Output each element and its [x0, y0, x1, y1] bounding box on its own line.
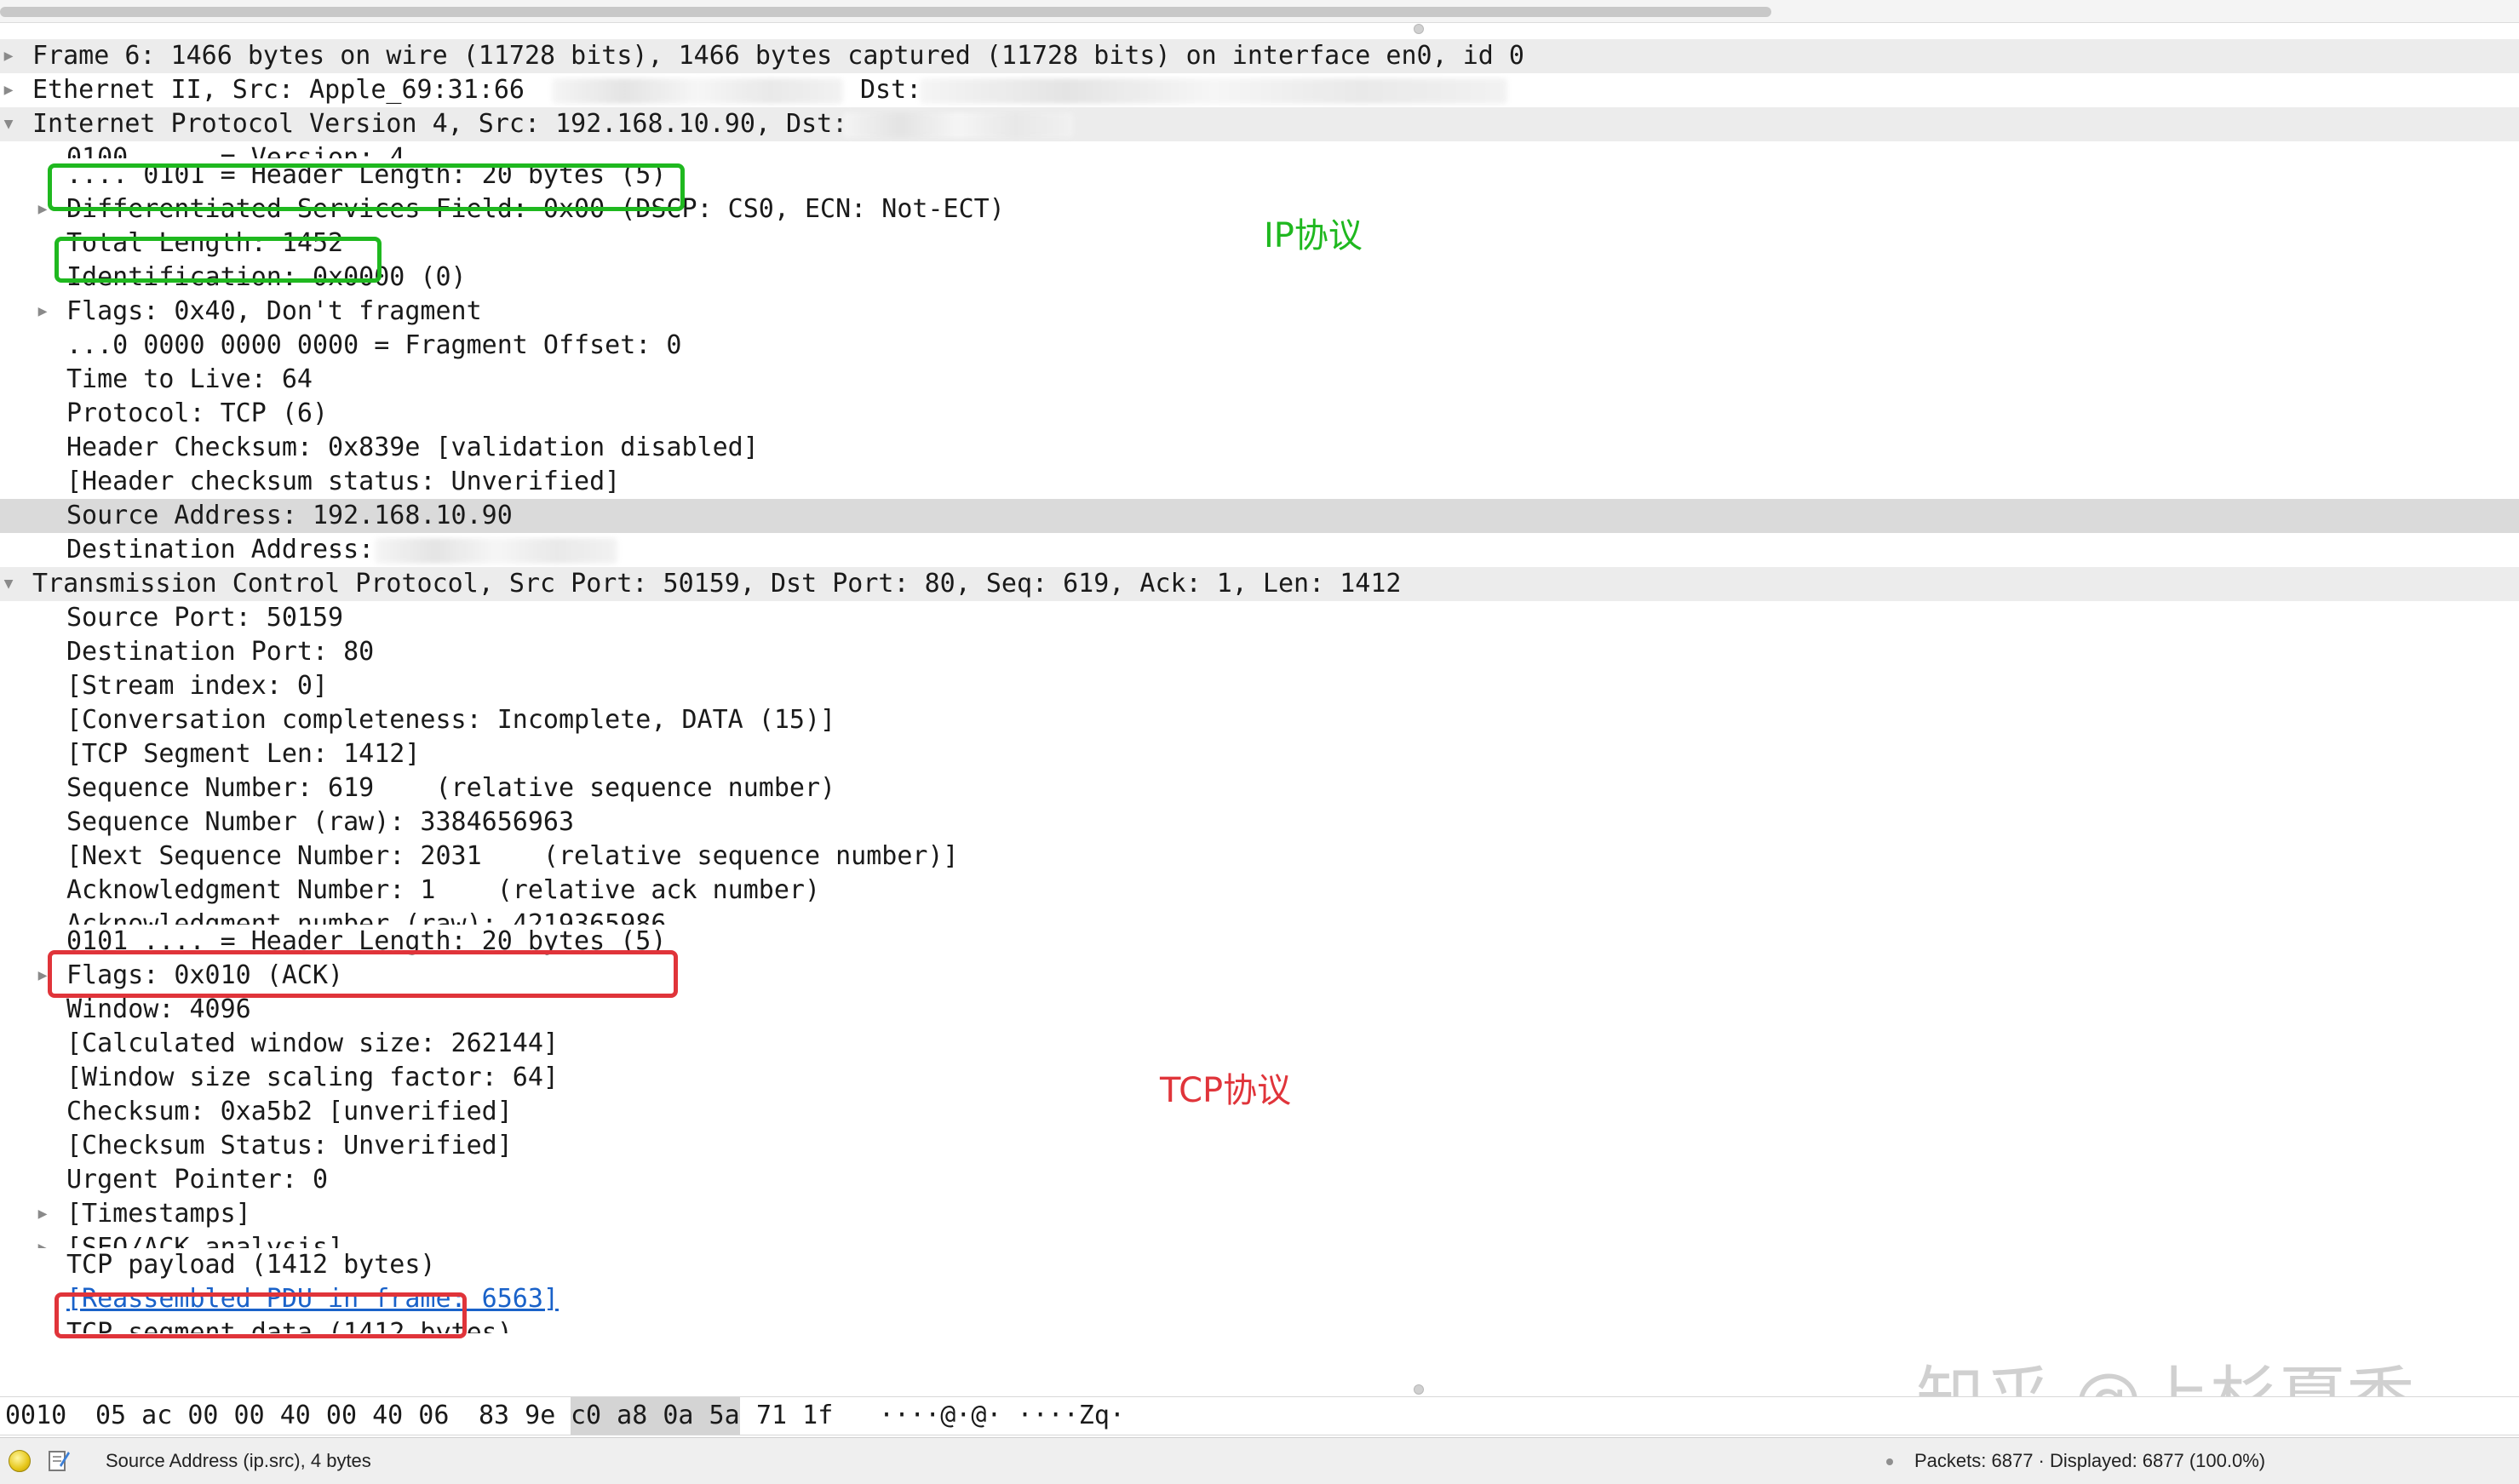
tree-row-ip-checksum-status[interactable]: [Header checksum status: Unverified] — [0, 465, 2519, 499]
row-text: Window: 4096 — [66, 994, 251, 1024]
tree-row-tcp-seq[interactable]: Sequence Number: 619 (relative sequence … — [0, 771, 2519, 805]
tree-row-tcp-stream[interactable]: [Stream index: 0] — [0, 669, 2519, 703]
tree-row-ip-src-selected[interactable]: Source Address: 192.168.10.90 — [0, 499, 2519, 533]
tree-row-tcp-seq-raw[interactable]: Sequence Number (raw): 3384656963 — [0, 805, 2519, 839]
row-text-dst: Dst: — [860, 75, 922, 105]
redacted-ip — [375, 538, 617, 564]
tree-row-tcp[interactable]: ▼ Transmission Control Protocol, Src Por… — [0, 567, 2519, 601]
row-text: [Calculated window size: 262144] — [66, 1028, 559, 1058]
redacted-ip — [843, 112, 1073, 138]
tree-row-ip-frag-offset[interactable]: ...0 0000 0000 0000 = Fragment Offset: 0 — [0, 329, 2519, 363]
tree-row-tcp-calc-window[interactable]: [Calculated window size: 262144] — [0, 1027, 2519, 1061]
status-dot-icon — [1886, 1458, 1893, 1465]
row-text: Urgent Pointer: 0 — [66, 1165, 329, 1195]
row-text: Sequence Number (raw): 3384656963 — [66, 807, 575, 837]
row-text: [SEQ/ACK analysis] — [66, 1233, 344, 1248]
hex-bytes[interactable]: 71 1f — [756, 1397, 833, 1435]
collapse-arrow-icon[interactable]: ▼ — [0, 567, 17, 601]
tree-row-ip-version[interactable]: 0100 .... = Version: 4 — [0, 141, 2519, 158]
row-text: [TCP Segment Len: 1412] — [66, 739, 421, 769]
tree-row-tcp-next-seq[interactable]: [Next Sequence Number: 2031 (relative se… — [0, 839, 2519, 874]
tree-row-tcp-payload[interactable]: TCP payload (1412 bytes) — [0, 1248, 2519, 1282]
tree-row-tcp-dst-port[interactable]: Destination Port: 80 — [0, 635, 2519, 669]
row-text: Destination Port: 80 — [66, 637, 375, 667]
hex-bytes[interactable]: 83 9e — [479, 1397, 555, 1435]
horizontal-scrollbar[interactable] — [0, 7, 1771, 17]
tree-row-tcp-seq-ack-analysis[interactable]: ▶ [SEQ/ACK analysis] — [0, 1231, 2519, 1248]
row-text: Acknowledgment number (raw): 4219365986 — [66, 909, 667, 925]
row-text: [Header checksum status: Unverified] — [66, 467, 621, 496]
row-text: TCP payload (1412 bytes) — [66, 1250, 436, 1280]
tree-row-tcp-timestamps[interactable]: ▶ [Timestamps] — [0, 1197, 2519, 1231]
row-text: Destination Address: — [66, 535, 375, 564]
tree-row-tcp-seg-len[interactable]: [TCP Segment Len: 1412] — [0, 737, 2519, 771]
expand-arrow-icon[interactable]: ▶ — [34, 1197, 51, 1231]
redacted-mac — [920, 78, 1507, 104]
tree-row-tcp-src-port[interactable]: Source Port: 50159 — [0, 601, 2519, 635]
tree-row-tcp-completeness[interactable]: [Conversation completeness: Incomplete, … — [0, 703, 2519, 737]
hex-bytes-pane[interactable]: 0010 05 ac 00 00 40 00 40 06 83 9e c0 a8… — [0, 1396, 2519, 1435]
row-text: [Conversation completeness: Incomplete, … — [66, 705, 836, 735]
row-text: Source Address: 192.168.10.90 — [66, 501, 513, 530]
row-text: Frame 6: 1466 bytes on wire (11728 bits)… — [32, 41, 1524, 71]
tree-row-tcp-ack[interactable]: Acknowledgment Number: 1 (relative ack n… — [0, 874, 2519, 908]
tree-row-frame[interactable]: ▶ Frame 6: 1466 bytes on wire (11728 bit… — [0, 39, 2519, 73]
row-text: [Checksum Status: Unverified] — [66, 1131, 513, 1160]
tcp-protocol-annotation: TCP协议 — [1160, 1071, 1292, 1110]
tree-row-ip-flags[interactable]: ▶ Flags: 0x40, Don't fragment — [0, 295, 2519, 329]
pane-splitter-bottom[interactable] — [1414, 1384, 1424, 1395]
hex-bytes[interactable]: 05 ac 00 00 40 00 40 06 — [95, 1397, 449, 1435]
highlight-tcp-header-length — [48, 950, 678, 998]
tree-row-tcp-urgent[interactable]: Urgent Pointer: 0 — [0, 1163, 2519, 1197]
tree-row-ip-ttl[interactable]: Time to Live: 64 — [0, 363, 2519, 397]
expand-arrow-icon[interactable]: ▶ — [0, 73, 17, 107]
row-text: Ethernet II, Src: Apple_69:31:66 — [32, 75, 525, 105]
row-text: Transmission Control Protocol, Src Port:… — [32, 569, 1402, 599]
row-text: 0100 .... = Version: 4 — [66, 143, 405, 158]
top-scroll-area — [0, 0, 2519, 34]
row-text: ...0 0000 0000 0000 = Fragment Offset: 0 — [66, 330, 682, 360]
row-text: Checksum: 0xa5b2 [unverified] — [66, 1097, 513, 1126]
tree-row-tcp-window[interactable]: Window: 4096 — [0, 993, 2519, 1027]
ip-protocol-annotation: IP协议 — [1264, 216, 1363, 255]
field-info-text: Source Address (ip.src), 4 bytes — [106, 1450, 371, 1471]
tree-row-ip-dst[interactable]: Destination Address: — [0, 533, 2519, 567]
capture-status-icon[interactable] — [9, 1450, 31, 1472]
row-text: Acknowledgment Number: 1 (relative ack n… — [66, 875, 821, 905]
collapse-arrow-icon[interactable]: ▼ — [0, 107, 17, 141]
status-bar: Source Address (ip.src), 4 bytes Packets… — [0, 1437, 2519, 1484]
row-text: [Window size scaling factor: 64] — [66, 1063, 559, 1092]
tree-row-tcp-checksum-status[interactable]: [Checksum Status: Unverified] — [0, 1129, 2519, 1163]
redacted-mac — [552, 78, 843, 104]
packets-count: Packets: 6877 · Displayed: 6877 (100.0%) — [1914, 1450, 2266, 1471]
highlight-ip-header-length — [48, 163, 685, 211]
row-text: [Stream index: 0] — [66, 671, 329, 701]
expand-arrow-icon[interactable]: ▶ — [0, 39, 17, 73]
edit-comment-icon[interactable] — [48, 1448, 70, 1472]
hex-offset: 0010 — [5, 1401, 67, 1430]
hex-ascii[interactable]: ····@·@· ····Zq· — [879, 1397, 1125, 1435]
row-text: Header Checksum: 0x839e [validation disa… — [66, 433, 759, 462]
highlight-tcp-payload — [55, 1292, 467, 1338]
row-text: Sequence Number: 619 (relative sequence … — [66, 773, 836, 803]
highlight-ip-total-length — [55, 237, 382, 283]
pane-splitter-top[interactable] — [1414, 24, 1424, 34]
row-text: Protocol: TCP (6) — [66, 398, 329, 428]
expand-arrow-icon[interactable]: ▶ — [34, 1231, 51, 1248]
row-text: Flags: 0x40, Don't fragment — [66, 296, 482, 326]
row-text: [Timestamps] — [66, 1199, 251, 1229]
tree-row-ip-checksum[interactable]: Header Checksum: 0x839e [validation disa… — [0, 431, 2519, 465]
hex-bytes-selected[interactable]: c0 a8 0a 5a — [571, 1397, 740, 1435]
tree-row-ip[interactable]: ▼ Internet Protocol Version 4, Src: 192.… — [0, 107, 2519, 141]
row-text: [Next Sequence Number: 2031 (relative se… — [66, 841, 959, 871]
row-text: Source Port: 50159 — [66, 603, 344, 633]
tree-row-ip-protocol[interactable]: Protocol: TCP (6) — [0, 397, 2519, 431]
row-text: Time to Live: 64 — [66, 364, 313, 394]
expand-arrow-icon[interactable]: ▶ — [34, 295, 51, 329]
tree-row-tcp-ack-raw[interactable]: Acknowledgment number (raw): 4219365986 — [0, 908, 2519, 925]
row-text: Internet Protocol Version 4, Src: 192.16… — [32, 109, 848, 139]
tree-row-ethernet[interactable]: ▶ Ethernet II, Src: Apple_69:31:66 Dst: — [0, 73, 2519, 107]
